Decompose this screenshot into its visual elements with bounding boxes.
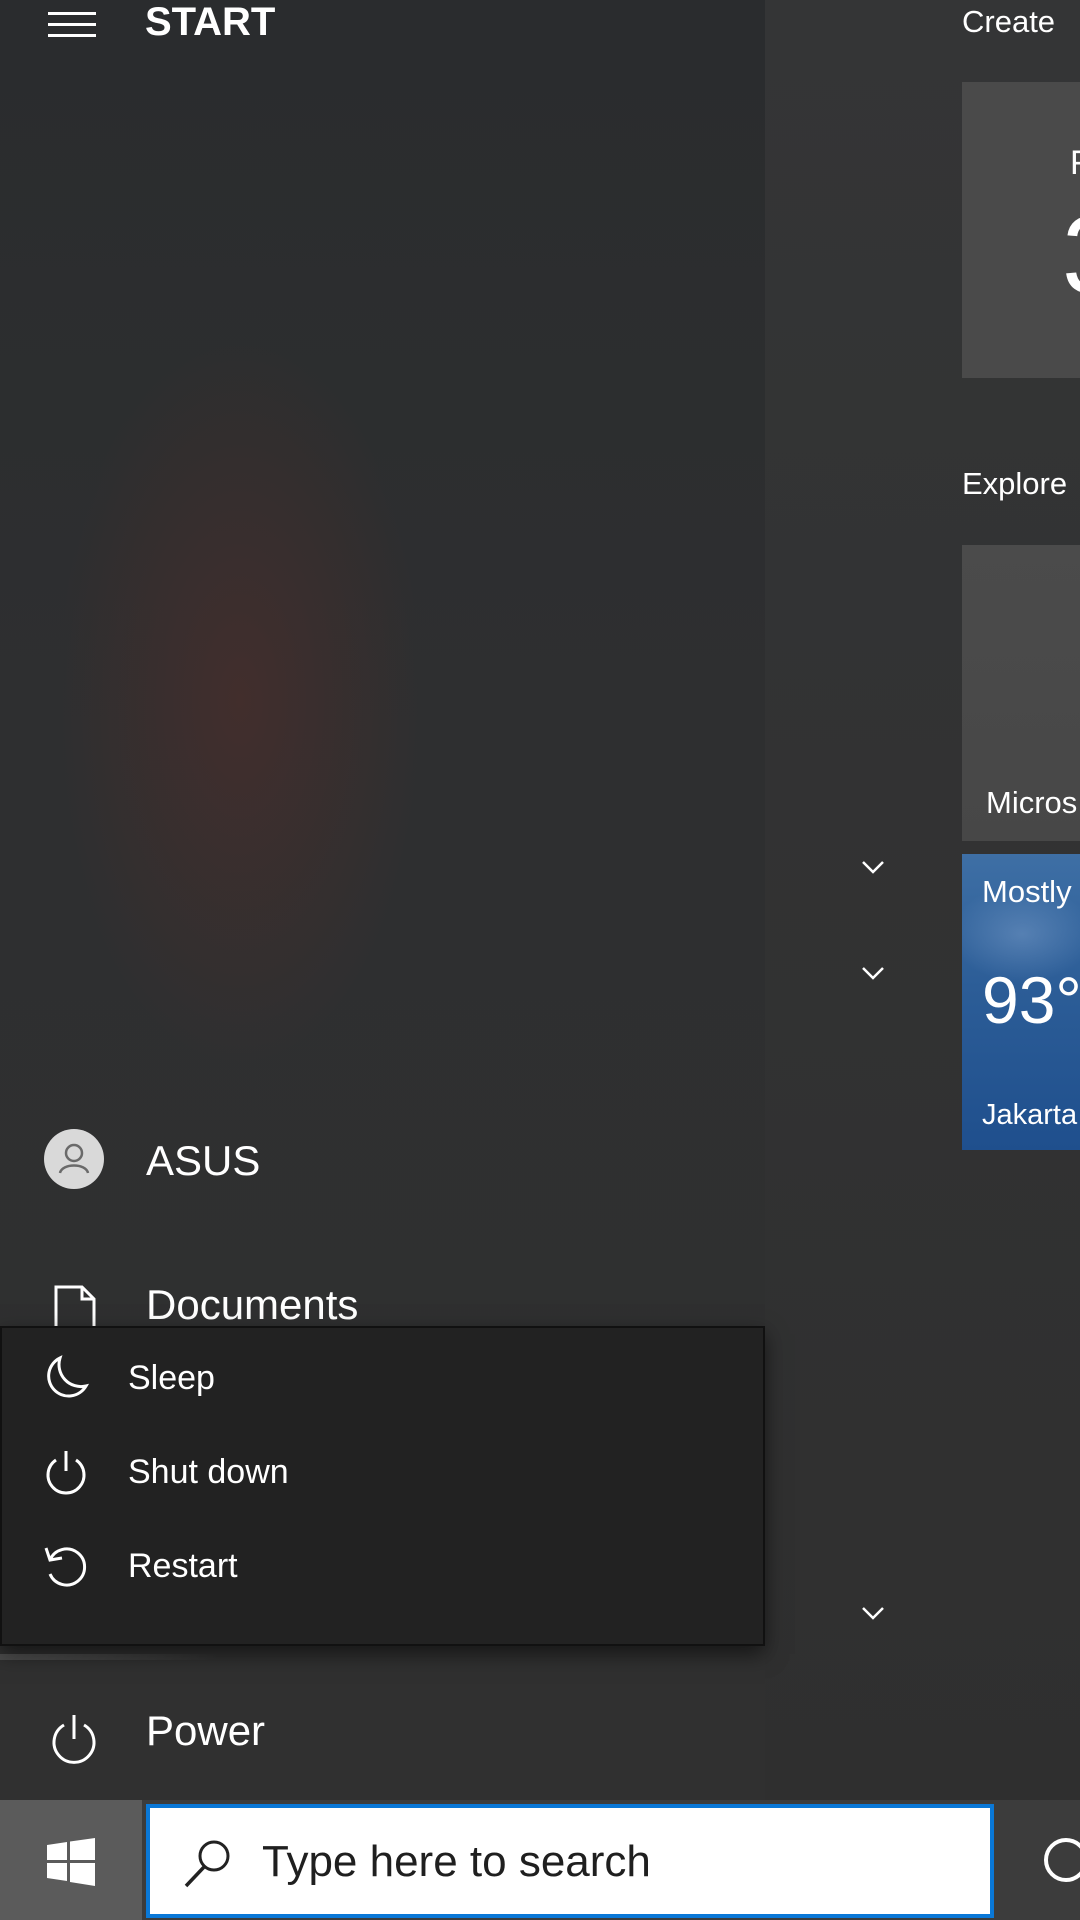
rail-item-label: ASUS: [146, 1137, 261, 1184]
power-options-flyout: Sleep Shut down Restart: [0, 1326, 765, 1646]
search-input[interactable]: [260, 1824, 960, 1900]
power-option-shut-down[interactable]: Shut down: [2, 1426, 763, 1518]
start-menu-screen: START Create Explore F 3 Micros Mostly 9…: [0, 0, 1080, 1920]
flyout-divider: [0, 1654, 220, 1660]
start-button[interactable]: [0, 1800, 142, 1920]
power-option-label: Shut down: [128, 1453, 289, 1491]
windows-logo-icon: [47, 1838, 95, 1886]
power-icon: [40, 1446, 92, 1498]
rail-item-label: Power: [146, 1707, 266, 1754]
search-icon: [178, 1834, 238, 1894]
moon-icon: [40, 1352, 92, 1404]
power-option-sleep[interactable]: Sleep: [2, 1332, 763, 1424]
chevron-down-icon[interactable]: [853, 852, 893, 882]
calendar-tile-date: 3: [1062, 192, 1080, 319]
calendar-tile-day: F: [1070, 144, 1080, 183]
chevron-down-icon[interactable]: [853, 958, 893, 988]
taskbar: [0, 1800, 1080, 1920]
restart-icon: [40, 1540, 92, 1592]
group-header-explore[interactable]: Explore: [962, 466, 1067, 502]
calendar-tile[interactable]: F 3: [962, 82, 1080, 378]
power-option-label: Restart: [128, 1547, 238, 1585]
rail-item-power[interactable]: Power: [0, 1686, 765, 1776]
weather-condition: Mostly: [982, 874, 1072, 909]
weather-tile[interactable]: Mostly 93° Jakarta: [962, 854, 1080, 1150]
power-option-restart[interactable]: Restart: [2, 1520, 763, 1612]
power-icon: [42, 1707, 106, 1771]
user-avatar-icon: [44, 1129, 104, 1189]
chevron-down-icon[interactable]: [853, 1598, 893, 1628]
group-header-create[interactable]: Create: [962, 4, 1055, 40]
hamburger-menu-icon[interactable]: [48, 4, 98, 44]
rail-item-user-account[interactable]: ASUS: [0, 1116, 765, 1206]
weather-city: Jakarta: [982, 1099, 1078, 1131]
search-box[interactable]: [146, 1804, 994, 1918]
store-tile-label: Micros: [986, 785, 1078, 820]
microsoft-store-tile[interactable]: Micros: [962, 545, 1080, 841]
start-menu-title: START: [145, 0, 276, 44]
cortana-icon[interactable]: [1036, 1820, 1080, 1900]
weather-temperature: 93°: [982, 963, 1080, 1037]
power-option-label: Sleep: [128, 1359, 215, 1397]
